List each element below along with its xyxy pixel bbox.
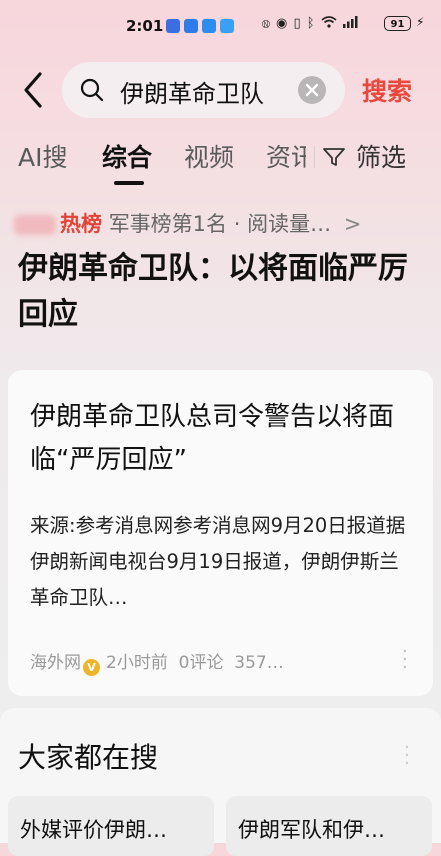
back-arrow-icon[interactable] (18, 70, 48, 110)
related-search-item[interactable]: 伊朗军队和伊… (226, 796, 432, 856)
clear-search-button[interactable] (298, 76, 326, 104)
chevron-right-icon: > (343, 212, 362, 236)
read-count: 阅读量… (247, 212, 332, 236)
hot-headline[interactable]: 伊朗革命卫队：以将面临严厉回应 (18, 246, 428, 338)
app-notification-icon (220, 19, 234, 33)
blurred-logo (14, 215, 56, 235)
signal-icon (342, 16, 358, 28)
hot-rank-line[interactable]: 热榜 军事榜第1名 · 阅读量… > (14, 208, 361, 238)
system-status-icons: Ⓝ ◉ ▯ ᛒ (262, 16, 358, 31)
app-notification-icon (184, 19, 198, 33)
vibrate-icon: ▯ (293, 16, 302, 31)
result-title[interactable]: 伊朗革命卫队总司令警告以将面临“严厉回应” (30, 396, 415, 482)
search-input[interactable]: 伊朗革命卫队 (120, 74, 264, 109)
bluetooth-icon: ᛒ (306, 16, 316, 31)
hot-badge: 热榜 (60, 212, 102, 236)
related-search-item[interactable]: 外媒评价伊朗… (8, 796, 214, 856)
tab-ai-search[interactable]: AI搜 (18, 138, 67, 174)
close-icon (305, 83, 319, 97)
status-bar: 2:01 Ⓝ ◉ ▯ ᛒ 91 ⚡ (0, 0, 441, 52)
filter-label: 筛选 (355, 143, 406, 172)
hot-rank: 军事榜第1名 (108, 212, 228, 236)
more-options-icon[interactable]: · · · (402, 643, 408, 677)
tab-news[interactable]: 资讯 (266, 138, 306, 174)
result-comments: 0评论 (178, 653, 224, 673)
search-submit-button[interactable]: 搜索 (362, 72, 412, 108)
result-snippet: 来源:参考消息网参考消息网9月20日报道据伊朗新闻电视台9月19日报道，伊朗伊斯… (30, 514, 406, 609)
filter-button[interactable]: 筛选 (322, 138, 406, 174)
search-icon (80, 78, 104, 102)
result-card[interactable]: 伊朗革命卫队总司令警告以将面临“严厉回应” 来源:参考消息网参考消息网9月20日… (8, 370, 433, 696)
section-title: 大家都在搜 (18, 741, 159, 774)
filter-icon (323, 148, 345, 166)
result-source: 海外网 (30, 653, 81, 673)
tab-video[interactable]: 视频 (184, 138, 234, 174)
more-options-icon[interactable]: · · · (404, 739, 410, 773)
verified-icon: V (83, 659, 100, 676)
divider (314, 146, 315, 168)
tab-comprehensive[interactable]: 综合 (102, 138, 152, 174)
result-views: 357… (234, 653, 284, 673)
separator-dot: · (233, 212, 241, 236)
result-meta: 海外网 V 2小时前 0评论 357… (30, 648, 284, 676)
related-searches-section: 大家都在搜 · · · 外媒评价伊朗… 伊朗军队和伊… (0, 708, 441, 856)
app-notification-icon (166, 19, 180, 33)
search-box[interactable]: 伊朗革命卫队 (62, 62, 345, 118)
app-notification-icon (202, 19, 216, 33)
active-tab-indicator (114, 181, 144, 185)
eye-icon: ◉ (275, 16, 289, 31)
status-time: 2:01 (126, 17, 164, 35)
result-time: 2小时前 (106, 653, 168, 673)
wifi-icon (321, 16, 337, 28)
battery-icon: 91 (384, 16, 411, 31)
charging-icon: ⚡ (416, 15, 425, 29)
nfc-icon: Ⓝ (262, 16, 271, 31)
